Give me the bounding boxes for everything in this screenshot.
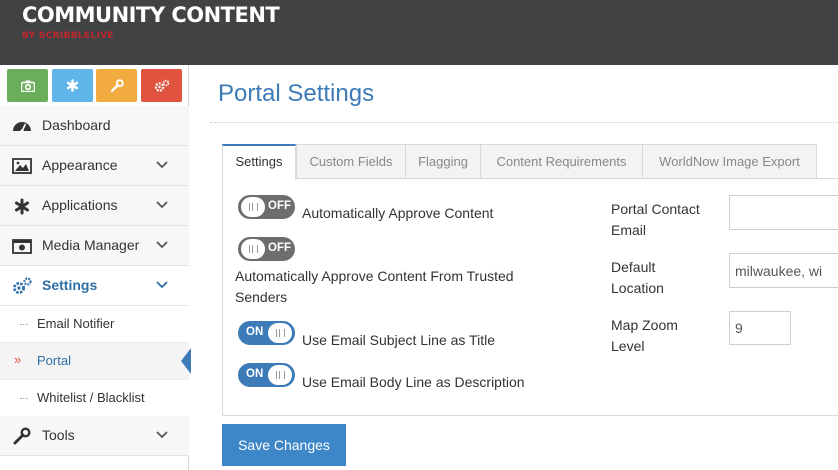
sidebar-item-label: Media Manager (42, 237, 140, 253)
applications-quick-button[interactable] (52, 69, 93, 102)
sidebar-item-appearance[interactable]: Appearance (0, 146, 189, 186)
page-title: Portal Settings (218, 80, 375, 107)
toggle-state: OFF (268, 242, 291, 254)
contact-email-label-line1: Portal Contact (611, 201, 700, 217)
contact-email-field[interactable] (729, 195, 838, 230)
sidebar-item-settings[interactable]: Settings (0, 266, 189, 306)
asterisk-icon (66, 79, 79, 92)
contact-email-label-line2: Email (611, 222, 647, 238)
media-icon (12, 239, 32, 254)
tree-connector (20, 398, 28, 399)
sidebar-item-label: Applications (42, 197, 118, 213)
auto-approve-toggle[interactable]: OFF (238, 195, 295, 219)
wrench-icon (110, 78, 124, 92)
gears-icon (13, 277, 32, 294)
asterisk-icon (15, 198, 29, 215)
sidebar-item-media-manager[interactable]: Media Manager (0, 226, 189, 266)
camera-icon (20, 80, 35, 92)
toggle-knob (268, 323, 292, 343)
toggle-knob (241, 197, 265, 217)
toggle-state: OFF (268, 200, 291, 212)
default-location-field[interactable] (729, 253, 838, 288)
body-as-description-toggle[interactable]: ON (238, 363, 295, 387)
toggle-knob (241, 239, 265, 259)
subject-as-title-label: Use Email Subject Line as Title (302, 332, 495, 348)
chevron-down-icon (156, 241, 168, 249)
brand-subtitle: BY SCRIBBLELIVE (22, 31, 114, 41)
camera-button[interactable] (7, 69, 48, 102)
toggle-knob (268, 365, 292, 385)
chevron-down-icon (156, 431, 168, 439)
map-zoom-label: Map Zoom Level (611, 315, 678, 357)
image-icon (12, 158, 32, 174)
subject-as-title-toggle[interactable]: ON (238, 321, 295, 345)
sidebar-subitem-whitelist-blacklist[interactable]: Whitelist / Blacklist (0, 380, 189, 417)
sidebar-item-label: Tools (42, 427, 75, 443)
gears-icon (154, 79, 169, 92)
body-as-description-label: Use Email Body Line as Description (302, 374, 525, 390)
toggle-state: ON (246, 368, 264, 380)
sidebar-item-tools[interactable]: Tools (0, 416, 189, 456)
auto-approve-trusted-label-line1: Automatically Approve Content From Trust… (235, 268, 514, 284)
tab-custom-fields[interactable]: Custom Fields (296, 144, 406, 179)
default-location-label: Default Location (611, 257, 664, 299)
active-pointer-icon (181, 348, 191, 374)
tab-worldnow-image-export[interactable]: WorldNow Image Export (642, 144, 817, 179)
auto-approve-trusted-label-line2: Senders (235, 289, 288, 305)
double-chevron-right-icon: » (14, 352, 22, 367)
sidebar-item-dashboard[interactable]: Dashboard (0, 106, 189, 146)
top-header: COMMUNITY CONTENT BY SCRIBBLELIVE (0, 0, 838, 65)
title-divider (210, 122, 838, 123)
auto-approve-trusted-label: Automatically Approve Content From Trust… (235, 266, 514, 308)
chevron-down-icon (156, 281, 168, 289)
sidebar-subitem-label: Email Notifier (37, 316, 115, 331)
tools-quick-button[interactable] (96, 69, 137, 102)
toggle-state: ON (246, 326, 264, 338)
map-zoom-label-line2: Level (611, 338, 645, 354)
sidebar-item-applications[interactable]: Applications (0, 186, 189, 226)
tree-connector (20, 324, 28, 325)
chevron-down-icon (156, 201, 168, 209)
default-location-label-line2: Location (611, 280, 664, 296)
auto-approve-trusted-toggle[interactable]: OFF (238, 237, 295, 261)
contact-email-label: Portal Contact Email (611, 199, 700, 241)
auto-approve-label: Automatically Approve Content (302, 205, 494, 221)
tab-settings[interactable]: Settings (222, 144, 296, 180)
dashboard-icon (13, 122, 31, 133)
tab-content-requirements[interactable]: Content Requirements (480, 144, 643, 179)
sidebar-item-label: Dashboard (42, 117, 111, 133)
brand-logo: COMMUNITY CONTENT (22, 3, 280, 27)
save-changes-button[interactable]: Save Changes (222, 424, 346, 466)
tab-flagging[interactable]: Flagging (405, 144, 481, 179)
wrench-icon (13, 427, 31, 445)
sidebar-subitem-portal[interactable]: » Portal (0, 343, 191, 380)
sidebar-subitem-label: Portal (37, 353, 71, 368)
settings-quick-button[interactable] (141, 69, 182, 102)
map-zoom-label-line1: Map Zoom (611, 317, 678, 333)
sidebar-item-label: Settings (42, 277, 98, 293)
sidebar-subitem-label: Whitelist / Blacklist (37, 390, 145, 405)
sidebar-item-label: Appearance (42, 157, 118, 173)
default-location-label-line1: Default (611, 259, 656, 275)
chevron-down-icon (156, 161, 168, 169)
map-zoom-field[interactable] (729, 311, 791, 345)
sidebar-subitem-email-notifier[interactable]: Email Notifier (0, 306, 189, 343)
